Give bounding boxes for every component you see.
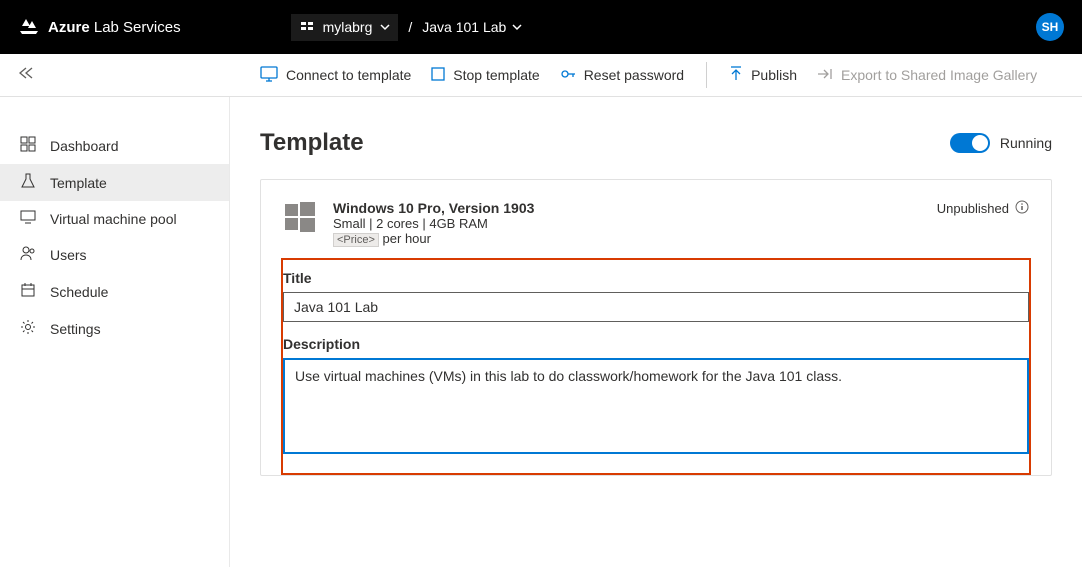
azure-logo-icon: [18, 16, 40, 39]
price-row: <Price> per hour: [333, 231, 534, 246]
sidebar-item-label: Dashboard: [50, 138, 119, 154]
sidebar-item-label: Virtual machine pool: [50, 211, 177, 227]
sidebar-item-vmpool[interactable]: Virtual machine pool: [0, 201, 229, 236]
export-shared-image-button: Export to Shared Image Gallery: [817, 67, 1037, 84]
flask-icon: [20, 173, 36, 192]
breadcrumb-separator: /: [408, 19, 412, 35]
price-suffix: per hour: [383, 231, 431, 246]
info-icon[interactable]: [1015, 200, 1029, 217]
windows-icon: [283, 200, 317, 239]
os-specs: Small | 2 cores | 4GB RAM: [333, 216, 534, 231]
monitor-icon: [260, 66, 278, 85]
calendar-icon: [20, 282, 36, 301]
toolbar-divider: [706, 62, 707, 88]
publish-status: Unpublished: [937, 201, 1009, 216]
description-label: Description: [283, 336, 1029, 352]
dashboard-icon: [20, 136, 36, 155]
reset-password-button[interactable]: Reset password: [560, 66, 684, 85]
chevron-down-icon: [512, 19, 522, 35]
avatar[interactable]: SH: [1036, 13, 1064, 41]
breadcrumb-resource-group[interactable]: mylabrg: [291, 14, 399, 41]
breadcrumb: mylabrg / Java 101 Lab: [291, 14, 523, 41]
resource-group-icon: [299, 18, 315, 37]
sidebar: Dashboard Template Virtual machine pool …: [0, 97, 230, 567]
sidebar-item-label: Schedule: [50, 284, 108, 300]
toolbar: Connect to template Stop template Reset …: [0, 54, 1082, 97]
page-title: Template: [260, 129, 364, 157]
running-toggle[interactable]: [950, 133, 990, 153]
breadcrumb-lab[interactable]: Java 101 Lab: [422, 19, 522, 35]
os-title: Windows 10 Pro, Version 1903: [333, 200, 534, 216]
sidebar-item-dashboard[interactable]: Dashboard: [0, 127, 229, 164]
main-content: Template Running Windows 10 Pro, Version…: [230, 97, 1082, 567]
running-label: Running: [1000, 135, 1052, 151]
brand-text: Azure Lab Services: [48, 19, 181, 36]
key-icon: [560, 66, 576, 85]
brand: Azure Lab Services: [18, 16, 181, 39]
sidebar-item-template[interactable]: Template: [0, 164, 229, 201]
collapse-sidebar-button[interactable]: [16, 66, 36, 85]
top-navbar: Azure Lab Services mylabrg / Java 101 La…: [0, 0, 1082, 54]
highlighted-form-region: Title Description: [281, 258, 1031, 475]
description-input[interactable]: [283, 358, 1029, 454]
sidebar-item-label: Template: [50, 175, 107, 191]
monitor-icon: [20, 210, 36, 227]
sidebar-item-schedule[interactable]: Schedule: [0, 273, 229, 310]
title-input[interactable]: [283, 292, 1029, 322]
sidebar-item-label: Users: [50, 247, 87, 263]
sidebar-item-label: Settings: [50, 321, 101, 337]
connect-template-button[interactable]: Connect to template: [260, 66, 411, 85]
template-card: Windows 10 Pro, Version 1903 Small | 2 c…: [260, 179, 1052, 476]
stop-icon: [431, 67, 445, 84]
breadcrumb-rg-label: mylabrg: [323, 19, 373, 35]
sidebar-item-users[interactable]: Users: [0, 236, 229, 273]
export-icon: [817, 67, 833, 84]
price-tag: <Price>: [333, 233, 379, 247]
stop-template-button[interactable]: Stop template: [431, 67, 539, 84]
publish-button[interactable]: Publish: [729, 66, 797, 85]
sidebar-item-settings[interactable]: Settings: [0, 310, 229, 347]
users-icon: [20, 245, 36, 264]
gear-icon: [20, 319, 36, 338]
title-label: Title: [283, 270, 1029, 286]
upload-icon: [729, 66, 743, 85]
chevron-down-icon: [380, 19, 390, 35]
breadcrumb-lab-label: Java 101 Lab: [422, 19, 506, 35]
